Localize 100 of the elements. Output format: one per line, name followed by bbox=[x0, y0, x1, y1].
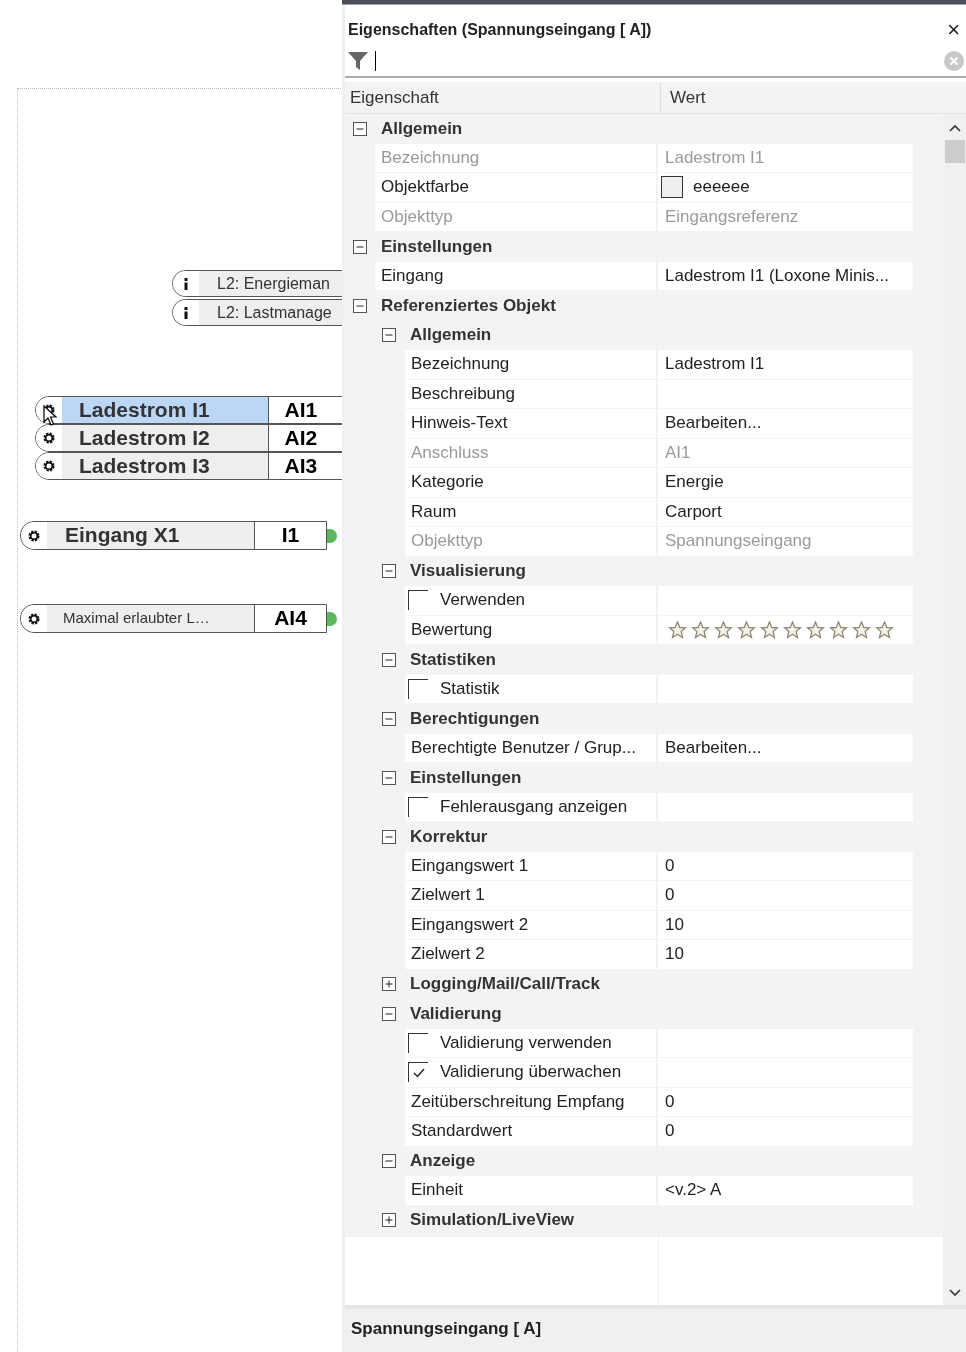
scroll-thumb[interactable] bbox=[944, 140, 965, 163]
property-name: Standardwert bbox=[411, 1121, 513, 1142]
property-name: Objektfarbe bbox=[381, 177, 469, 198]
port-label: AI2 bbox=[268, 425, 342, 451]
property-name: Bezeichnung bbox=[411, 354, 510, 375]
property-name: Hinweis-Text bbox=[411, 413, 508, 434]
checkbox-label: Statistik bbox=[440, 678, 500, 699]
property-name: Objekttyp bbox=[411, 531, 483, 552]
scroll-down-icon[interactable] bbox=[948, 1289, 961, 1297]
property-name: Eingangswert 2 bbox=[411, 914, 529, 935]
expand-toggle[interactable] bbox=[382, 564, 396, 579]
property-name: Objekttyp bbox=[381, 206, 453, 227]
category-label: Einstellungen bbox=[410, 767, 522, 788]
block-label: Ladestrom I2 bbox=[62, 425, 269, 451]
property-name: Berechtigte Benutzer / Grup... bbox=[411, 737, 636, 758]
property-value[interactable]: 10 bbox=[665, 944, 684, 965]
block-label: L2: Energieman bbox=[216, 274, 330, 293]
block-label: Ladestrom I1 bbox=[62, 397, 269, 423]
input-block[interactable]: Eingang X1 I1 bbox=[20, 521, 327, 550]
checkbox[interactable] bbox=[408, 1032, 428, 1053]
panel-title: Eigenschaften (Spannungseingang [ A]) bbox=[348, 21, 652, 39]
property-value[interactable]: Carport bbox=[665, 501, 722, 522]
star-rating[interactable] bbox=[668, 620, 894, 639]
expand-toggle[interactable] bbox=[353, 121, 367, 136]
expand-toggle[interactable] bbox=[382, 328, 396, 343]
checkbox[interactable] bbox=[408, 1062, 428, 1083]
port-label: AI1 bbox=[268, 397, 342, 423]
expand-toggle[interactable] bbox=[382, 652, 396, 667]
checkbox-label: Validierung verwenden bbox=[440, 1032, 612, 1053]
checkbox-label: Fehlerausgang anzeigen bbox=[440, 796, 628, 817]
gear-icon bbox=[36, 425, 62, 451]
property-name: Bezeichnung bbox=[381, 147, 480, 168]
input-block[interactable]: Ladestrom I2 AI2 bbox=[35, 424, 342, 452]
category-label: Visualisierung bbox=[410, 561, 526, 582]
property-value[interactable]: Energie bbox=[665, 472, 724, 493]
color-swatch[interactable] bbox=[661, 176, 683, 199]
block-label: L2: Lastmanage bbox=[216, 303, 332, 322]
category-label: Allgemein bbox=[410, 325, 492, 346]
category-label: Allgemein bbox=[381, 118, 463, 139]
cursor-icon bbox=[43, 405, 57, 427]
category-label: Validierung bbox=[410, 1003, 502, 1024]
property-value[interactable]: 10 bbox=[665, 914, 684, 935]
category-label: Simulation/LiveView bbox=[410, 1210, 575, 1231]
expand-toggle[interactable] bbox=[382, 770, 396, 785]
expand-toggle[interactable] bbox=[382, 1154, 396, 1169]
input-block[interactable]: Ladestrom I1 AI1 bbox=[35, 396, 342, 424]
expand-toggle[interactable] bbox=[382, 977, 396, 992]
block-label: Ladestrom I3 bbox=[62, 453, 269, 479]
scroll-up-icon[interactable] bbox=[948, 124, 961, 132]
input-block[interactable]: Ladestrom I3 AI3 bbox=[35, 452, 342, 480]
property-name: Einheit bbox=[411, 1180, 463, 1201]
category-label: Anzeige bbox=[410, 1151, 476, 1172]
input-block[interactable]: Maximal erlaubter L… AI4 bbox=[20, 604, 327, 633]
property-name: Kategorie bbox=[411, 472, 484, 493]
info-block[interactable]: L2: Energieman bbox=[172, 270, 342, 297]
category-label: Referenziertes Objekt bbox=[381, 295, 556, 316]
expand-toggle[interactable] bbox=[353, 239, 367, 254]
property-name: Anschluss bbox=[411, 442, 489, 463]
property-name: Raum bbox=[411, 501, 457, 522]
property-name: Eingangswert 1 bbox=[411, 855, 529, 876]
checkbox[interactable] bbox=[408, 796, 428, 817]
checkbox[interactable] bbox=[408, 590, 428, 611]
info-icon bbox=[173, 300, 199, 325]
description-title: Spannungseingang [ A] bbox=[351, 1319, 542, 1338]
info-block[interactable]: L2: Lastmanage bbox=[172, 299, 342, 326]
port-label: AI4 bbox=[255, 605, 326, 632]
close-button[interactable]: × bbox=[947, 17, 966, 43]
category-label: Logging/Mail/Call/Track bbox=[410, 974, 600, 995]
checkbox-label: Verwenden bbox=[440, 590, 526, 611]
expand-toggle[interactable] bbox=[382, 829, 396, 844]
category-label: Einstellungen bbox=[381, 236, 493, 257]
category-label: Berechtigungen bbox=[410, 708, 540, 729]
property-name: Eingang bbox=[381, 265, 444, 286]
expand-toggle[interactable] bbox=[382, 1006, 396, 1021]
property-value[interactable]: 0 bbox=[665, 855, 675, 876]
property-name: Zeitüberschreitung Empfang bbox=[411, 1091, 625, 1112]
property-name: Beschreibung bbox=[411, 383, 515, 404]
info-icon bbox=[173, 271, 199, 296]
gear-icon bbox=[36, 453, 62, 479]
port-label: AI3 bbox=[268, 453, 342, 479]
property-value[interactable]: eeeeee bbox=[693, 177, 750, 198]
column-header[interactable]: Wert bbox=[661, 87, 706, 108]
property-name: Bewertung bbox=[411, 619, 493, 640]
expand-toggle[interactable] bbox=[382, 1213, 396, 1228]
gear-icon bbox=[21, 605, 47, 632]
gear-icon bbox=[21, 522, 47, 549]
filter-icon bbox=[347, 51, 369, 71]
property-value[interactable]: 0 bbox=[665, 885, 675, 906]
category-label: Statistiken bbox=[410, 649, 496, 670]
checkmark-icon bbox=[411, 1066, 426, 1079]
property-value[interactable]: 0 bbox=[665, 1091, 675, 1112]
checkbox-label: Validierung überwachen bbox=[440, 1062, 622, 1083]
checkbox[interactable] bbox=[408, 678, 428, 699]
column-header[interactable]: Eigenschaft bbox=[345, 82, 661, 113]
property-name: Zielwert 1 bbox=[411, 885, 485, 906]
expand-toggle[interactable] bbox=[353, 298, 367, 313]
property-name: Zielwert 2 bbox=[411, 944, 485, 965]
property-value[interactable]: 0 bbox=[665, 1121, 675, 1142]
property-value[interactable]: <v.2> A bbox=[665, 1180, 722, 1201]
expand-toggle[interactable] bbox=[382, 711, 396, 726]
